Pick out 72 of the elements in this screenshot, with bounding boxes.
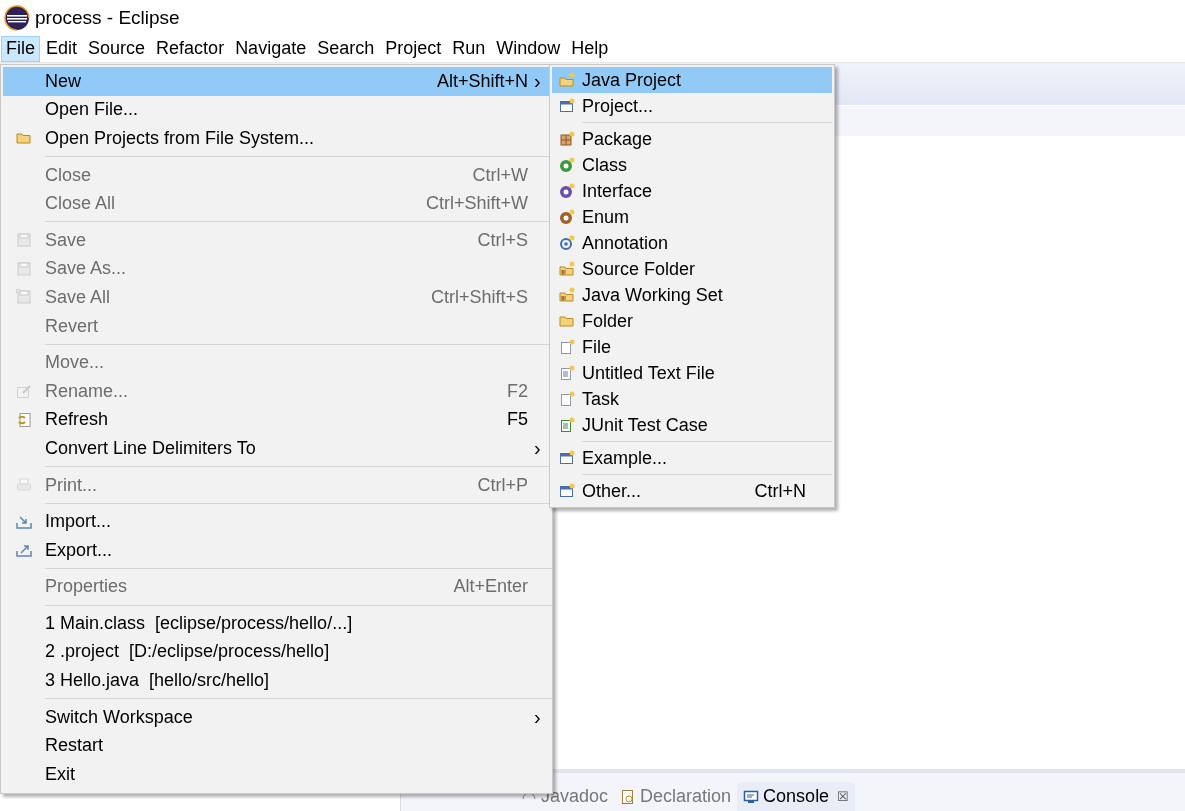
menu-item[interactable]: 1 Main.class [eclipse/process/hello/...]: [3, 609, 552, 638]
menu-bar-item[interactable]: File: [1, 35, 40, 62]
menu-item[interactable]: Import...: [3, 507, 552, 536]
menu-item[interactable]: Refresh F5: [3, 405, 552, 435]
close-icon[interactable]: ☒: [837, 789, 850, 804]
refresh-icon: [16, 411, 32, 428]
menu-bar-item[interactable]: Window: [491, 35, 566, 62]
menu-bar-item[interactable]: Project: [380, 35, 447, 62]
menu-item[interactable]: Example...: [552, 445, 832, 471]
menu-bar-item[interactable]: Run: [447, 35, 491, 62]
menu-bar-item[interactable]: Navigate: [230, 35, 312, 62]
annotation-icon: [559, 235, 575, 251]
window-icon: [559, 450, 575, 466]
menu-item[interactable]: Folder: [552, 308, 832, 334]
class-icon: [559, 157, 575, 173]
text-file-icon: [559, 365, 575, 381]
menu-item[interactable]: Convert Line Delimiters To ›: [3, 434, 552, 463]
window-icon: [559, 98, 575, 114]
source-folder-icon: [559, 261, 575, 277]
menu-bar-item[interactable]: Refactor: [151, 35, 230, 62]
menu-item[interactable]: Other... Ctrl+N: [552, 478, 832, 504]
menu-item[interactable]: Class: [552, 152, 832, 178]
view-tab[interactable]: Declaration: [614, 782, 738, 811]
menu-bar-item[interactable]: Help: [566, 35, 614, 62]
menu-item[interactable]: New Alt+Shift+N ›: [3, 67, 552, 96]
package-icon: [559, 131, 575, 147]
save-icon: [16, 260, 32, 277]
menu-item[interactable]: Switch Workspace ›: [3, 702, 552, 732]
menu-item[interactable]: Untitled Text File: [552, 360, 832, 386]
menu-bar-item[interactable]: Source: [83, 35, 151, 62]
menu-item[interactable]: JUnit Test Case: [552, 412, 832, 438]
window-title: process - Eclipse: [35, 6, 180, 29]
submenu-arrow: ›: [534, 705, 541, 728]
file-icon: [559, 339, 575, 355]
menu-item[interactable]: Java Project: [552, 67, 832, 93]
enum-icon: [559, 209, 575, 225]
save-all-icon: [16, 289, 32, 306]
import-icon: [16, 513, 32, 530]
console-icon: [743, 788, 760, 805]
menu-item[interactable]: Open File...: [3, 95, 552, 125]
window-icon: [559, 483, 575, 499]
folder-icon: [559, 313, 575, 329]
test-file-icon: [559, 417, 575, 433]
task-icon: [559, 391, 575, 407]
menu-item[interactable]: Interface: [552, 178, 832, 204]
printer-icon: [16, 477, 32, 493]
app-logo-icon: [4, 4, 30, 31]
menu-item[interactable]: Export...: [3, 535, 552, 565]
export-icon: [16, 542, 32, 559]
menu-item[interactable]: 3 Hello.java [hello/src/hello]: [3, 666, 552, 695]
menu-item[interactable]: File: [552, 334, 832, 360]
menu-item[interactable]: 2 .project [D:/eclipse/process/hello]: [3, 637, 552, 667]
working-set-icon: [559, 287, 575, 303]
submenu-arrow: ›: [534, 69, 541, 92]
menu-item[interactable]: Restart: [3, 731, 552, 761]
menu-item[interactable]: Enum: [552, 204, 832, 230]
interface-icon: [559, 183, 575, 199]
menu-item[interactable]: Package: [552, 126, 832, 152]
pencil-icon: [16, 383, 32, 400]
menu-bar-item[interactable]: Search: [312, 35, 380, 62]
menu-item[interactable]: Open Projects from File System...: [3, 124, 552, 153]
submenu-arrow: ›: [534, 436, 541, 459]
menu-item[interactable]: Java Working Set: [552, 282, 832, 308]
menu-item[interactable]: Task: [552, 386, 832, 412]
project-folder-icon: [559, 72, 575, 88]
folder-icon: [16, 130, 32, 147]
menu-item[interactable]: Annotation: [552, 230, 832, 256]
view-tab[interactable]: Console ☒: [737, 782, 856, 811]
save-icon: [16, 232, 32, 249]
menu-item[interactable]: Source Folder: [552, 256, 832, 282]
menu-bar-item[interactable]: Edit: [41, 35, 83, 62]
menu-item[interactable]: Project...: [552, 93, 832, 119]
